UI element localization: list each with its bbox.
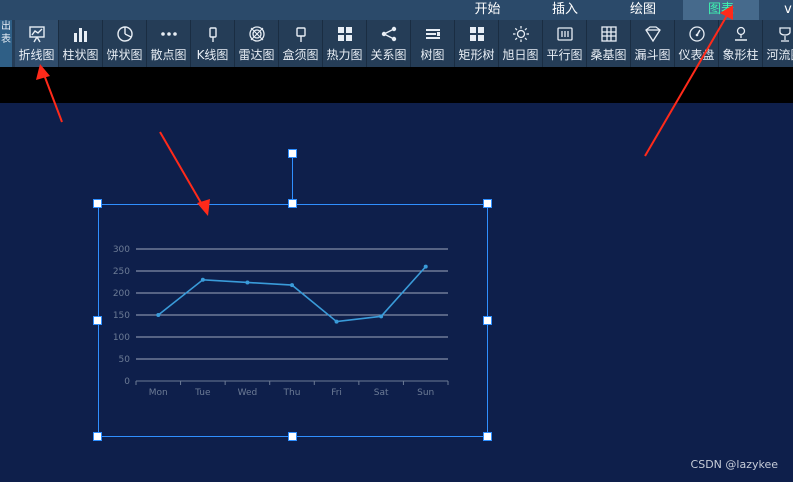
boxplot-icon xyxy=(279,25,322,43)
tool-scatter-chart[interactable]: 散点图 xyxy=(147,20,191,67)
x-tick-label: Mon xyxy=(149,388,168,398)
data-point xyxy=(245,280,250,285)
series-line xyxy=(157,266,427,323)
tool-label: 桑基图 xyxy=(590,48,627,62)
tool-label: 饼状图 xyxy=(106,48,143,62)
scatter-chart-icon xyxy=(147,25,190,43)
rotate-handle[interactable] xyxy=(288,149,297,158)
tool-pictorial-bar[interactable]: 象形柱 xyxy=(719,20,763,67)
y-tick-label: 50 xyxy=(119,355,131,365)
tool-graph[interactable]: 关系图 xyxy=(367,20,411,67)
line-chart-icon xyxy=(15,25,58,43)
tool-gauge[interactable]: 仪表盘 xyxy=(675,20,719,67)
menu-tab-start[interactable]: 开始 xyxy=(460,0,515,20)
tool-treemap[interactable]: 矩形树 xyxy=(455,20,499,67)
watermark: CSDN @lazykee xyxy=(690,458,778,471)
tool-sankey[interactable]: 桑基图 xyxy=(587,20,631,67)
tool-label: 折线图 xyxy=(18,48,55,62)
pictorial-bar-icon xyxy=(719,25,762,43)
tool-label: 散点图 xyxy=(150,48,187,62)
candlestick-icon xyxy=(191,25,234,43)
tool-radar[interactable]: 雷达图 xyxy=(235,20,279,67)
tool-funnel[interactable]: 漏斗图 xyxy=(631,20,675,67)
parallel-icon xyxy=(543,25,586,43)
tool-label: 热力图 xyxy=(326,48,363,62)
bar-chart-icon xyxy=(59,25,102,43)
data-point xyxy=(423,264,428,269)
tool-boxplot[interactable]: 盒须图 xyxy=(279,20,323,67)
y-tick-label: 100 xyxy=(113,333,130,343)
gauge-icon xyxy=(675,25,718,43)
menu-tab-draw[interactable]: 绘图 xyxy=(613,0,673,20)
data-point xyxy=(200,277,205,282)
data-point xyxy=(379,314,384,319)
tool-label: 树图 xyxy=(420,48,445,62)
y-tick-label: 150 xyxy=(113,311,130,321)
y-tick-label: 0 xyxy=(124,377,130,387)
line-chart: 0 50 100 150 200 250 300 Mon Tue Wed Thu Fri Sat Sun xyxy=(113,245,449,398)
tool-parallel[interactable]: 平行图 xyxy=(543,20,587,67)
menu-tab-chart[interactable]: 图表 xyxy=(683,0,759,20)
graph-icon xyxy=(367,25,410,43)
pie-chart-icon xyxy=(103,25,146,43)
tool-label: 象形柱 xyxy=(722,48,759,62)
sankey-icon xyxy=(587,25,630,43)
data-point xyxy=(290,283,294,288)
top-menu-bar: 开始 插入 绘图 图表 v xyxy=(0,0,793,20)
heatmap-icon xyxy=(323,25,366,43)
x-tick-label: Wed xyxy=(238,388,258,398)
x-tick-label: Thu xyxy=(283,388,301,398)
menu-tab-more[interactable]: v xyxy=(778,0,793,20)
tool-theme-river[interactable]: 河流图 xyxy=(763,20,793,67)
y-tick-label: 300 xyxy=(113,245,130,255)
y-tick-label: 250 xyxy=(113,267,130,277)
x-tick-label: Sat xyxy=(374,388,389,398)
tool-bar-chart[interactable]: 柱状图 xyxy=(59,20,103,67)
rotate-handle-stem xyxy=(292,158,293,204)
tool-heatmap[interactable]: 热力图 xyxy=(323,20,367,67)
x-tick-label: Sun xyxy=(417,388,434,398)
theme-river-icon xyxy=(763,25,793,43)
side-panel-tab[interactable]: 出表 xyxy=(0,20,12,67)
tool-label: 柱状图 xyxy=(62,48,99,62)
data-point xyxy=(156,313,161,317)
data-point xyxy=(334,319,339,324)
y-tick-label: 200 xyxy=(113,289,130,299)
tool-label: K线图 xyxy=(196,48,229,62)
tool-label: 仪表盘 xyxy=(678,48,715,62)
tool-label: 河流图 xyxy=(766,48,793,62)
chart-type-toolbar: 出表 折线图 柱状图 饼状图 散点图 K线图 雷达图 盒须图 热力图 关系图 树图 矩形树 旭日图 平行… xyxy=(0,20,793,67)
x-tick-label: Tue xyxy=(194,388,211,398)
tool-tree[interactable]: 树图 xyxy=(411,20,455,67)
treemap-icon xyxy=(455,25,498,43)
sunburst-icon xyxy=(499,25,542,43)
ruler-band xyxy=(0,67,793,103)
tool-label: 矩形树 xyxy=(458,48,495,62)
tool-label: 雷达图 xyxy=(238,48,275,62)
tool-sunburst[interactable]: 旭日图 xyxy=(499,20,543,67)
x-tick-label: Fri xyxy=(331,388,342,398)
tool-line-chart[interactable]: 折线图 xyxy=(15,20,59,67)
radar-icon xyxy=(235,25,278,43)
menu-tab-insert[interactable]: 插入 xyxy=(535,0,595,20)
tool-pie-chart[interactable]: 饼状图 xyxy=(103,20,147,67)
funnel-icon xyxy=(631,25,674,43)
tool-label: 关系图 xyxy=(370,48,407,62)
tree-icon xyxy=(411,25,454,43)
tool-candlestick[interactable]: K线图 xyxy=(191,20,235,67)
tool-label: 平行图 xyxy=(546,48,583,62)
tool-label: 漏斗图 xyxy=(634,48,671,62)
tool-label: 旭日图 xyxy=(502,48,539,62)
tool-label: 盒须图 xyxy=(282,48,319,62)
